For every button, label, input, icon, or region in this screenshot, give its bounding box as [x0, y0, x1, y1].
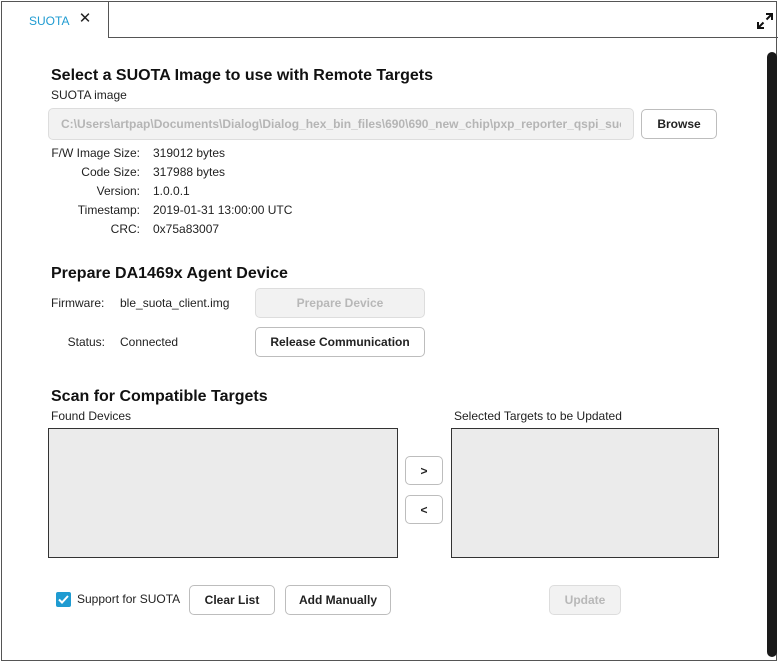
timestamp-label: Timestamp: [77, 203, 140, 217]
suota-image-label: SUOTA image [51, 88, 127, 102]
fw-image-size-label: F/W Image Size: [51, 146, 140, 160]
code-size-value: 317988 bytes [153, 165, 226, 179]
checkmark-icon [58, 595, 69, 604]
agent-section-title: Prepare DA1469x Agent Device [51, 265, 288, 282]
release-communication-button[interactable]: Release Communication [255, 327, 425, 357]
image-section-title: Select a SUOTA Image to use with Remote … [51, 67, 434, 84]
code-size-label: Code Size: [81, 165, 140, 179]
tab-bar-divider [108, 37, 778, 38]
prepare-device-button[interactable]: Prepare Device [255, 288, 425, 318]
version-value: 1.0.0.1 [153, 184, 190, 198]
found-devices-label: Found Devices [51, 409, 132, 423]
suota-panel: SUOTA ✕ Select a SUOTA Image to use with… [1, 1, 778, 661]
add-target-button[interactable]: > [405, 456, 443, 485]
selected-targets-label: Selected Targets to be Updated [454, 409, 622, 423]
remove-target-button[interactable]: < [405, 495, 443, 524]
firmware-value: ble_suota_client.img [120, 296, 230, 310]
browse-button[interactable]: Browse [641, 109, 717, 139]
crc-label: CRC: [110, 222, 140, 236]
clear-list-button[interactable]: Clear List [189, 585, 275, 615]
tab-label: SUOTA [29, 14, 70, 28]
status-value: Connected [120, 335, 179, 349]
update-button[interactable]: Update [549, 585, 621, 615]
crc-value: 0x75a83007 [153, 222, 220, 236]
tab-bar: SUOTA ✕ [2, 2, 778, 38]
timestamp-value: 2019-01-31 13:00:00 UTC [153, 203, 293, 217]
status-label: Status: [67, 335, 105, 349]
firmware-label: Firmware: [51, 296, 105, 310]
close-icon[interactable]: ✕ [78, 11, 92, 26]
selected-targets-list[interactable] [451, 428, 719, 558]
fw-image-size-value: 319012 bytes [153, 146, 226, 160]
found-devices-list[interactable] [48, 428, 398, 558]
scan-section-title: Scan for Compatible Targets [51, 388, 268, 405]
vertical-scrollbar[interactable] [767, 52, 777, 657]
version-label: Version: [96, 184, 140, 198]
suota-image-path-field[interactable] [48, 108, 634, 140]
expand-icon[interactable] [756, 12, 774, 30]
support-suota-checkbox[interactable] [56, 592, 71, 607]
add-manually-button[interactable]: Add Manually [285, 585, 391, 615]
support-suota-label: Support for SUOTA [77, 592, 181, 606]
tab-suota[interactable]: SUOTA ✕ [2, 2, 109, 38]
